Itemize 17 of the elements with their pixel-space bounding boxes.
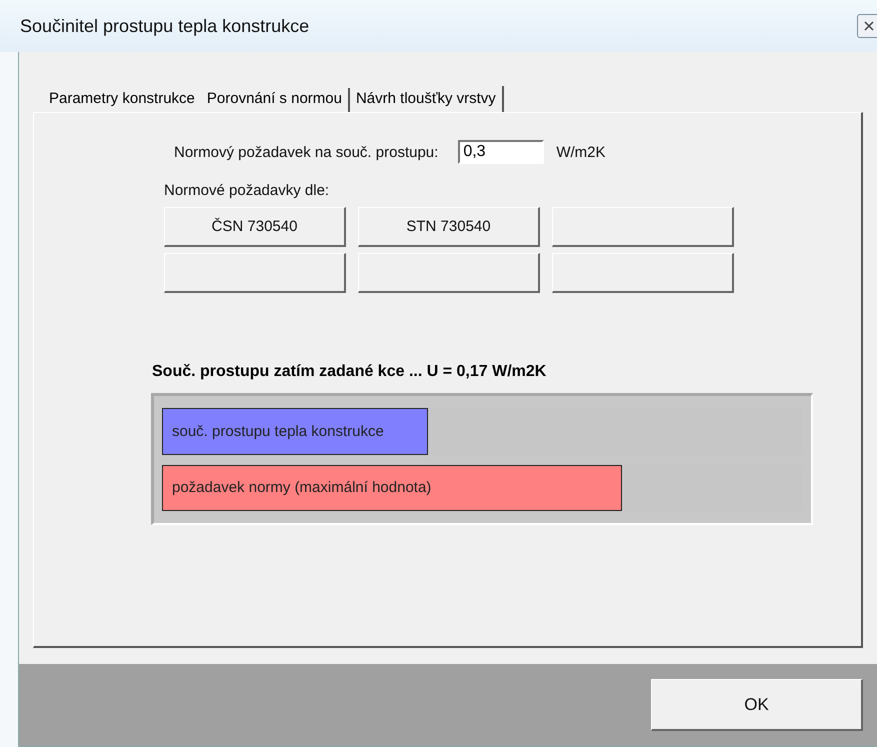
close-button[interactable]: [857, 14, 877, 38]
standard-button[interactable]: ČSN 730540: [164, 207, 346, 247]
bar-label: souč. prostupu tepla konstrukce: [171, 422, 384, 440]
unit-label: W/m2K: [556, 144, 606, 160]
blank-button[interactable]: [552, 207, 734, 247]
blank-button[interactable]: [552, 253, 734, 293]
blank-button[interactable]: [358, 253, 540, 293]
standards-label: Normové požadavky dle:: [164, 182, 330, 199]
result-text: Souč. prostupu zatím zadané kce ... U = 0,17 W/m2K: [152, 363, 548, 381]
requirement-field[interactable]: 0,3: [458, 140, 544, 164]
ok-button[interactable]: OK: [651, 679, 863, 731]
standard-button[interactable]: STN 730540: [358, 207, 540, 247]
requirement-label: Normový požadavek na souč. prostupu:: [174, 144, 438, 160]
window-title: Součinitel prostupu tepla konstrukce: [20, 16, 310, 36]
bar-label: požadavek normy (maximální hodnota): [171, 479, 432, 496]
close-icon: [864, 21, 874, 31]
blank-button[interactable]: [164, 253, 346, 293]
